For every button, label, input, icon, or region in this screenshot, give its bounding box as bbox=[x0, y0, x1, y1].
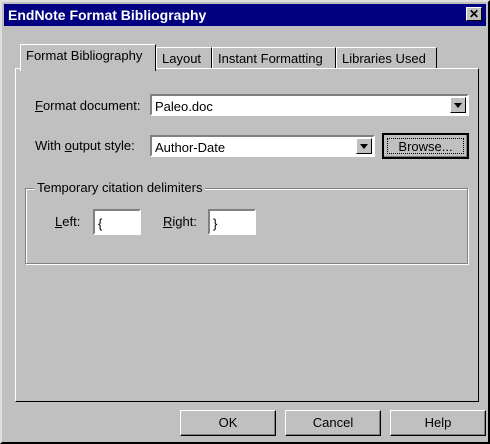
ok-button[interactable]: OK bbox=[180, 410, 276, 436]
tab-label: Libraries Used bbox=[342, 51, 426, 66]
tab-layout[interactable]: Layout bbox=[156, 47, 212, 69]
right-delimiter-input[interactable]: } bbox=[208, 209, 256, 235]
tab-label: Layout bbox=[162, 51, 202, 66]
output-style-dropdown[interactable]: Author-Date bbox=[150, 135, 375, 157]
title-bar[interactable]: EndNote Format Bibliography ✕ bbox=[4, 4, 486, 26]
left-delimiter-input[interactable]: { bbox=[93, 209, 141, 235]
chevron-down-icon[interactable] bbox=[356, 138, 372, 154]
delimiters-group-title: Temporary citation delimiters bbox=[34, 180, 206, 195]
cancel-button[interactable]: Cancel bbox=[285, 410, 381, 436]
format-document-label: Format document: bbox=[35, 98, 141, 113]
tab-format-bibliography[interactable]: Format Bibliography bbox=[20, 44, 156, 71]
browse-button[interactable]: Browse... bbox=[382, 133, 469, 159]
left-delimiter-label: Left: bbox=[55, 214, 81, 229]
format-document-value: Paleo.doc bbox=[155, 99, 213, 114]
window-title: EndNote Format Bibliography bbox=[8, 7, 207, 23]
close-icon: ✕ bbox=[468, 7, 480, 21]
tab-label: Format Bibliography bbox=[26, 48, 143, 63]
close-button[interactable]: ✕ bbox=[466, 7, 482, 21]
tab-libraries-used[interactable]: Libraries Used bbox=[336, 47, 437, 69]
tab-label: Instant Formatting bbox=[218, 51, 323, 66]
focus-rect bbox=[387, 138, 464, 154]
right-delimiter-label: Right: bbox=[163, 214, 197, 229]
tab-instant-formatting[interactable]: Instant Formatting bbox=[212, 47, 336, 69]
output-style-value: Author-Date bbox=[155, 140, 226, 155]
dialog-window: EndNote Format Bibliography ✕ Format Bib… bbox=[0, 0, 490, 444]
help-button[interactable]: Help bbox=[390, 410, 486, 436]
chevron-down-icon[interactable] bbox=[450, 97, 466, 113]
format-document-dropdown[interactable]: Paleo.doc bbox=[150, 94, 469, 116]
output-style-label: With output style: bbox=[35, 138, 135, 153]
